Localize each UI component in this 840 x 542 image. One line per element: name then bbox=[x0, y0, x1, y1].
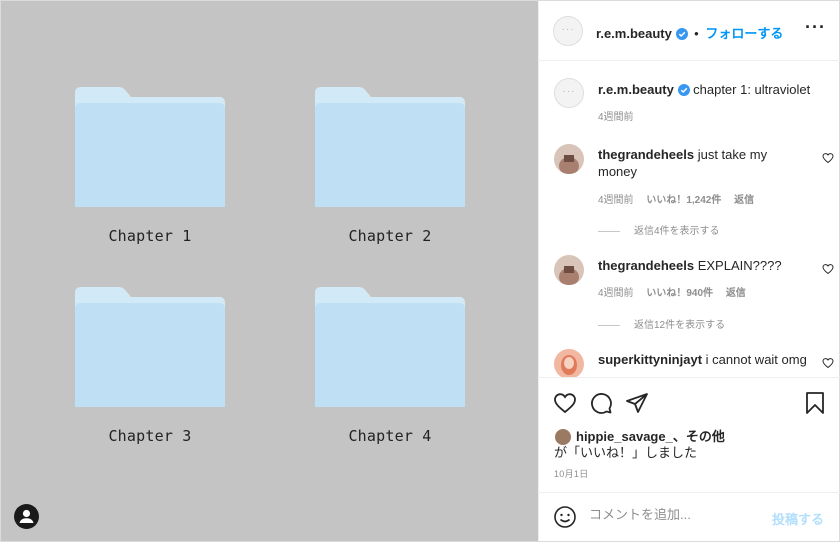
header-user-line: r.e.m.beauty • フォローする bbox=[596, 23, 783, 42]
caption-body: chapter 1: ultraviolet bbox=[693, 82, 811, 97]
comment-body: EXPLAIN???? bbox=[697, 258, 782, 273]
like-comment-heart-icon[interactable] bbox=[822, 357, 834, 369]
folder-label: Chapter 1 bbox=[108, 227, 192, 245]
separator: • bbox=[694, 26, 699, 41]
folder-icon: Chapter 2 bbox=[313, 87, 467, 245]
folder-label: Chapter 3 bbox=[108, 427, 192, 445]
avatar[interactable] bbox=[554, 428, 572, 446]
view-replies-label: 返信4件を表示する bbox=[634, 226, 720, 237]
post-media[interactable]: Chapter 1 Chapter 2 Chapter 3 Chapter 4 bbox=[1, 1, 538, 541]
caption-username[interactable]: r.e.m.beauty bbox=[598, 82, 674, 97]
username-link[interactable]: r.e.m.beauty bbox=[596, 26, 672, 41]
likes-line-1: hippie_savage_、その他 bbox=[576, 429, 725, 445]
liker-username[interactable]: hippie_savage_ bbox=[576, 429, 673, 444]
comment-likes[interactable]: いいね！1,242件 bbox=[646, 195, 721, 206]
reply-button[interactable]: 返信 bbox=[734, 195, 754, 206]
view-replies-button[interactable]: 返信12件を表示する bbox=[598, 316, 725, 331]
comment-text: superkittyninjayt i cannot wait omg bbox=[598, 351, 808, 368]
comment-username[interactable]: superkittyninjayt bbox=[598, 352, 702, 367]
comment-likes[interactable]: いいね！940件 bbox=[646, 288, 713, 299]
comment-time[interactable]: 4週間前 bbox=[598, 195, 634, 206]
reply-button[interactable]: 返信 bbox=[726, 288, 746, 299]
add-comment-form: 投稿する bbox=[539, 492, 840, 541]
view-replies-label: 返信12件を表示する bbox=[634, 320, 726, 331]
divider bbox=[598, 230, 620, 232]
verified-badge-icon bbox=[675, 28, 688, 40]
comment-icon[interactable] bbox=[589, 391, 613, 415]
avatar[interactable] bbox=[554, 349, 584, 377]
comment-meta: 4週間前 いいね！1,242件 返信 bbox=[598, 191, 764, 206]
caption-time[interactable]: 4週間前 bbox=[598, 108, 634, 123]
comment-meta: 4週間前 いいね！940件 返信 bbox=[598, 284, 756, 299]
emoji-icon[interactable] bbox=[553, 505, 577, 529]
avatar[interactable] bbox=[554, 144, 584, 174]
more-options-icon[interactable]: ··· bbox=[805, 17, 826, 38]
post-comment-button[interactable]: 投稿する bbox=[772, 509, 824, 528]
comment-text: thegrandeheels just take my money bbox=[598, 146, 808, 180]
view-replies-button[interactable]: 返信4件を表示する bbox=[598, 222, 720, 237]
comment-username[interactable]: thegrandeheels bbox=[598, 147, 694, 162]
comment-username[interactable]: thegrandeheels bbox=[598, 258, 694, 273]
folder-icon: Chapter 3 bbox=[73, 287, 227, 445]
bookmark-icon[interactable] bbox=[803, 391, 827, 415]
avatar[interactable] bbox=[553, 16, 583, 46]
comment-input[interactable] bbox=[589, 507, 769, 522]
tagged-users-button[interactable] bbox=[14, 504, 39, 529]
heart-icon[interactable] bbox=[553, 391, 577, 415]
post-actions: hippie_savage_、その他 が「いいね！」しました 10月1日 bbox=[539, 377, 840, 492]
comment-body: i cannot wait omg bbox=[705, 352, 807, 367]
user-icon bbox=[19, 509, 34, 523]
caption-text: r.e.m.beauty chapter 1: ultraviolet bbox=[598, 81, 818, 98]
avatar[interactable] bbox=[554, 255, 584, 285]
folder-icon: Chapter 1 bbox=[73, 87, 227, 245]
divider bbox=[598, 324, 620, 326]
likes-line-2: が「いいね！」しました bbox=[554, 445, 698, 460]
folder-icon: Chapter 4 bbox=[313, 287, 467, 445]
like-comment-heart-icon[interactable] bbox=[822, 263, 834, 275]
comment-text: thegrandeheels EXPLAIN???? bbox=[598, 257, 808, 274]
verified-badge-icon bbox=[677, 84, 690, 96]
like-comment-heart-icon[interactable] bbox=[822, 152, 834, 164]
folder-label: Chapter 2 bbox=[348, 227, 432, 245]
comments-list[interactable]: r.e.m.beauty chapter 1: ultraviolet 4週間前… bbox=[539, 62, 840, 377]
share-icon[interactable] bbox=[625, 391, 649, 415]
comment-time[interactable]: 4週間前 bbox=[598, 288, 634, 299]
avatar[interactable] bbox=[554, 78, 584, 108]
post-sidebar: r.e.m.beauty • フォローする ··· r.e.m.beauty c… bbox=[538, 1, 840, 541]
post-date[interactable]: 10月1日 bbox=[554, 467, 589, 480]
follow-button[interactable]: フォローする bbox=[705, 26, 783, 41]
post-header: r.e.m.beauty • フォローする ··· bbox=[539, 1, 840, 61]
folder-label: Chapter 4 bbox=[348, 427, 432, 445]
liked-by-others-link[interactable]: 、その他 bbox=[673, 429, 725, 444]
